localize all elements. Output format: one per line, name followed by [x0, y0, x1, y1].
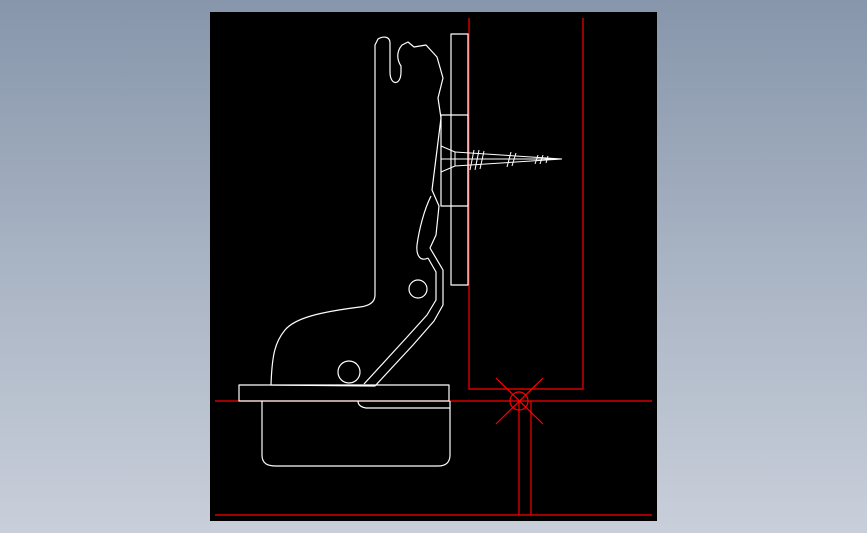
- cad-viewport: [0, 0, 867, 533]
- drawing-svg: [210, 12, 657, 521]
